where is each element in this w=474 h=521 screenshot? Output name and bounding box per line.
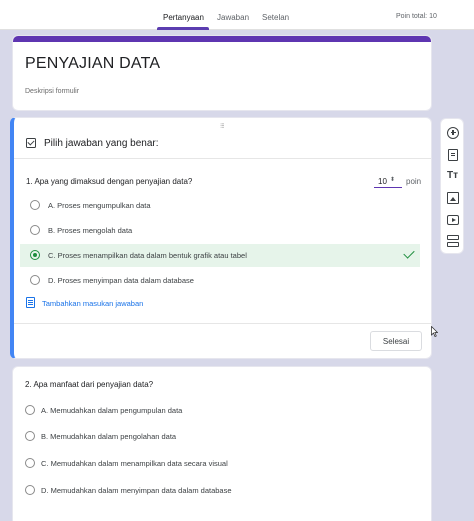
side-toolbar: Tт xyxy=(440,118,464,254)
correct-check-icon xyxy=(403,247,415,259)
option-c-correct[interactable]: C. Proses menampilkan data dalam bentuk … xyxy=(20,244,420,267)
tab-questions[interactable]: Pertanyaan xyxy=(163,13,204,22)
add-image-icon[interactable] xyxy=(447,192,459,204)
option-a[interactable]: A. Proses mengumpulkan data xyxy=(14,194,431,217)
top-bar: Pertanyaan Jawaban Setelan Poin total: 1… xyxy=(0,0,474,30)
radio-button[interactable] xyxy=(30,225,40,235)
add-question-icon[interactable] xyxy=(447,127,459,139)
tab-responses[interactable]: Jawaban xyxy=(217,13,249,22)
add-video-icon[interactable] xyxy=(447,215,459,225)
option-c[interactable]: C. Memudahkan dalam menampilkan data sec… xyxy=(13,452,431,475)
radio-button[interactable] xyxy=(25,431,35,441)
divider xyxy=(14,323,431,324)
radio-button[interactable] xyxy=(25,458,35,468)
points-value[interactable]: 10 xyxy=(378,177,387,186)
question-text: 2. Apa manfaat dari penyajian data? xyxy=(25,380,154,389)
option-label: A. Memudahkan dalam pengumpulan data xyxy=(41,406,183,415)
option-label: C. Memudahkan dalam menampilkan data sec… xyxy=(41,459,228,468)
option-label: A. Proses mengumpulkan data xyxy=(48,201,151,210)
feedback-icon xyxy=(26,297,35,308)
tab-settings[interactable]: Setelan xyxy=(262,13,289,22)
import-questions-icon[interactable] xyxy=(448,149,458,161)
points-label: poin xyxy=(406,177,422,186)
answer-key-label: Pilih jawaban yang benar: xyxy=(44,138,159,149)
question-text: 1. Apa yang dimaksud dengan penyajian da… xyxy=(26,177,193,186)
radio-button[interactable] xyxy=(25,405,35,415)
total-points: Poin total: 10 xyxy=(396,13,437,20)
option-d[interactable]: D. Memudahkan dalam menyimpan data dalam… xyxy=(13,479,431,502)
done-button[interactable]: Selesai xyxy=(370,331,422,351)
mouse-cursor-icon xyxy=(431,326,438,337)
answer-key-header: Pilih jawaban yang benar: xyxy=(14,124,431,159)
option-b[interactable]: B. Proses mengolah data xyxy=(14,219,431,242)
stepper-arrows-icon[interactable]: ⬍ xyxy=(390,176,395,183)
radio-button[interactable] xyxy=(30,200,40,210)
option-label: B. Proses mengolah data xyxy=(48,226,133,235)
points-stepper[interactable]: 10 ⬍ xyxy=(374,175,402,188)
radio-button[interactable] xyxy=(25,485,35,495)
radio-button[interactable] xyxy=(30,275,40,285)
option-label: B. Memudahkan dalam pengolahan data xyxy=(41,432,177,441)
add-section-icon[interactable] xyxy=(447,235,459,247)
feedback-label[interactable]: Tambahkan masukan jawaban xyxy=(42,299,143,308)
question-card-1[interactable]: ⁝⁝⁝ Pilih jawaban yang benar: 1. Apa yan… xyxy=(10,117,432,359)
option-b[interactable]: B. Memudahkan dalam pengolahan data xyxy=(13,425,431,448)
form-title-card[interactable]: PENYAJIAN DATA Deskripsi formulir xyxy=(12,35,432,111)
active-tab-indicator xyxy=(157,27,209,30)
option-d[interactable]: D. Proses menyimpan data dalam database xyxy=(14,269,431,292)
radio-button-selected[interactable] xyxy=(30,250,40,260)
option-a[interactable]: A. Memudahkan dalam pengumpulan data xyxy=(13,399,431,422)
theme-stripe xyxy=(13,36,431,42)
option-label: D. Proses menyimpan data dalam database xyxy=(48,276,194,285)
add-title-icon[interactable]: Tт xyxy=(447,170,459,182)
option-label: C. Proses menampilkan data dalam bentuk … xyxy=(48,251,247,260)
question-card-2[interactable]: 2. Apa manfaat dari penyajian data? A. M… xyxy=(12,366,432,521)
option-label: D. Memudahkan dalam menyimpan data dalam… xyxy=(41,486,232,495)
form-title[interactable]: PENYAJIAN DATA xyxy=(25,55,160,73)
answer-key-icon xyxy=(26,138,36,148)
form-description[interactable]: Deskripsi formulir xyxy=(25,88,79,95)
